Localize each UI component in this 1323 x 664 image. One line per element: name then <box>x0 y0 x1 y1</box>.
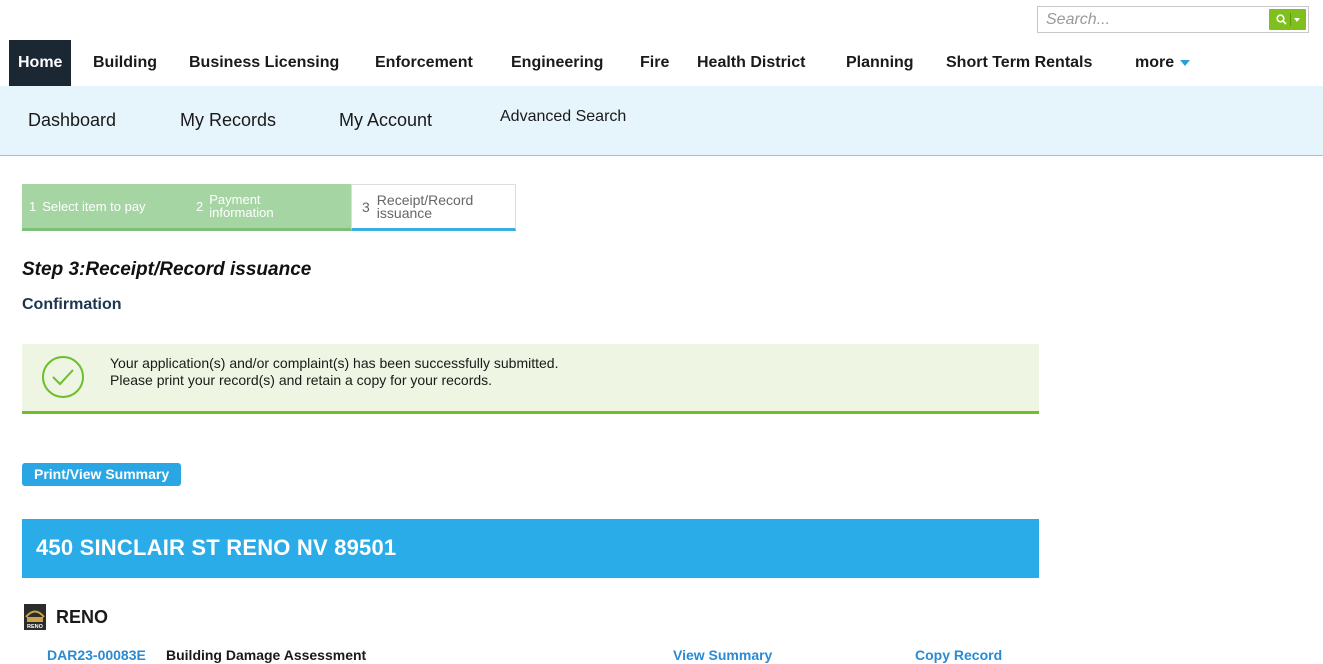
main-nav: Home Building Business Licensing Enforce… <box>0 40 1323 92</box>
nav-building[interactable]: Building <box>93 40 157 86</box>
nav-more[interactable]: more <box>1135 40 1191 86</box>
step-indicator: 1 Select item to pay 2 Payment informatio… <box>22 184 516 231</box>
nav-engineering[interactable]: Engineering <box>511 40 603 86</box>
step-1: 1 Select item to pay <box>22 184 186 231</box>
reno-logo-icon: RENO <box>24 604 46 630</box>
nav-planning[interactable]: Planning <box>846 40 914 86</box>
search-icon <box>1275 14 1287 25</box>
subnav-advanced-search[interactable]: Advanced Search <box>500 108 626 126</box>
message-line-2: Please print your record(s) and retain a… <box>110 372 493 388</box>
step-3-label: Receipt/Record issuance <box>376 193 474 221</box>
nav-short-term-rentals[interactable]: Short Term Rentals <box>946 40 1092 86</box>
print-view-summary-button[interactable]: Print/View Summary <box>22 463 182 486</box>
step-1-number: 1 <box>29 198 37 214</box>
page-title: Step 3:Receipt/Record issuance <box>22 259 312 280</box>
subnav-my-records[interactable]: My Records <box>180 110 276 131</box>
step-1-label: Select item to pay <box>42 198 146 214</box>
step-3-number: 3 <box>362 198 370 215</box>
nav-enforcement[interactable]: Enforcement <box>375 40 473 86</box>
message-line-1: Your application(s) and/or complaint(s) … <box>110 355 559 371</box>
nav-health-district[interactable]: Health District <box>697 40 805 86</box>
record-id-link[interactable]: DAR23-00083E <box>47 647 146 663</box>
step-2-label: Payment information <box>209 193 273 219</box>
address-header: 450 SINCLAIR ST RENO NV 89501 <box>22 519 1039 578</box>
step-3-label-line2: issuance <box>376 204 433 221</box>
agency-name: RENO <box>56 606 109 627</box>
search-input[interactable] <box>1038 7 1270 32</box>
step-2: 2 Payment information <box>186 184 351 231</box>
subnav-my-account[interactable]: My Account <box>339 110 432 131</box>
search-button[interactable] <box>1269 9 1306 30</box>
search-divider <box>1289 13 1291 26</box>
check-circle-icon <box>42 356 84 398</box>
nav-more-label: more <box>1135 54 1175 71</box>
agency-header: RENO RENO <box>24 603 108 631</box>
subnav-dashboard[interactable]: Dashboard <box>28 110 116 131</box>
nav-fire[interactable]: Fire <box>640 40 669 86</box>
address-text: 450 SINCLAIR ST RENO NV 89501 <box>36 535 397 560</box>
copy-record-link[interactable]: Copy Record <box>915 647 1002 663</box>
nav-home[interactable]: Home <box>9 40 72 92</box>
logo-text: RENO <box>27 624 44 630</box>
view-summary-link[interactable]: View Summary <box>673 647 772 663</box>
step-3: 3 Receipt/Record issuance <box>351 184 516 231</box>
chevron-down-icon[interactable] <box>1293 18 1300 22</box>
confirmation-heading: Confirmation <box>22 296 122 313</box>
more-dropdown-icon <box>1180 59 1191 66</box>
success-message: Your application(s) and/or complaint(s) … <box>22 344 1039 414</box>
record-type: Building Damage Assessment <box>166 647 367 663</box>
search-box <box>1037 6 1309 33</box>
sub-nav: Dashboard My Records My Account Advanced… <box>0 86 1323 156</box>
step-2-label-line2: information <box>209 205 274 220</box>
step-2-number: 2 <box>196 198 204 214</box>
nav-business-licensing[interactable]: Business Licensing <box>189 40 339 86</box>
